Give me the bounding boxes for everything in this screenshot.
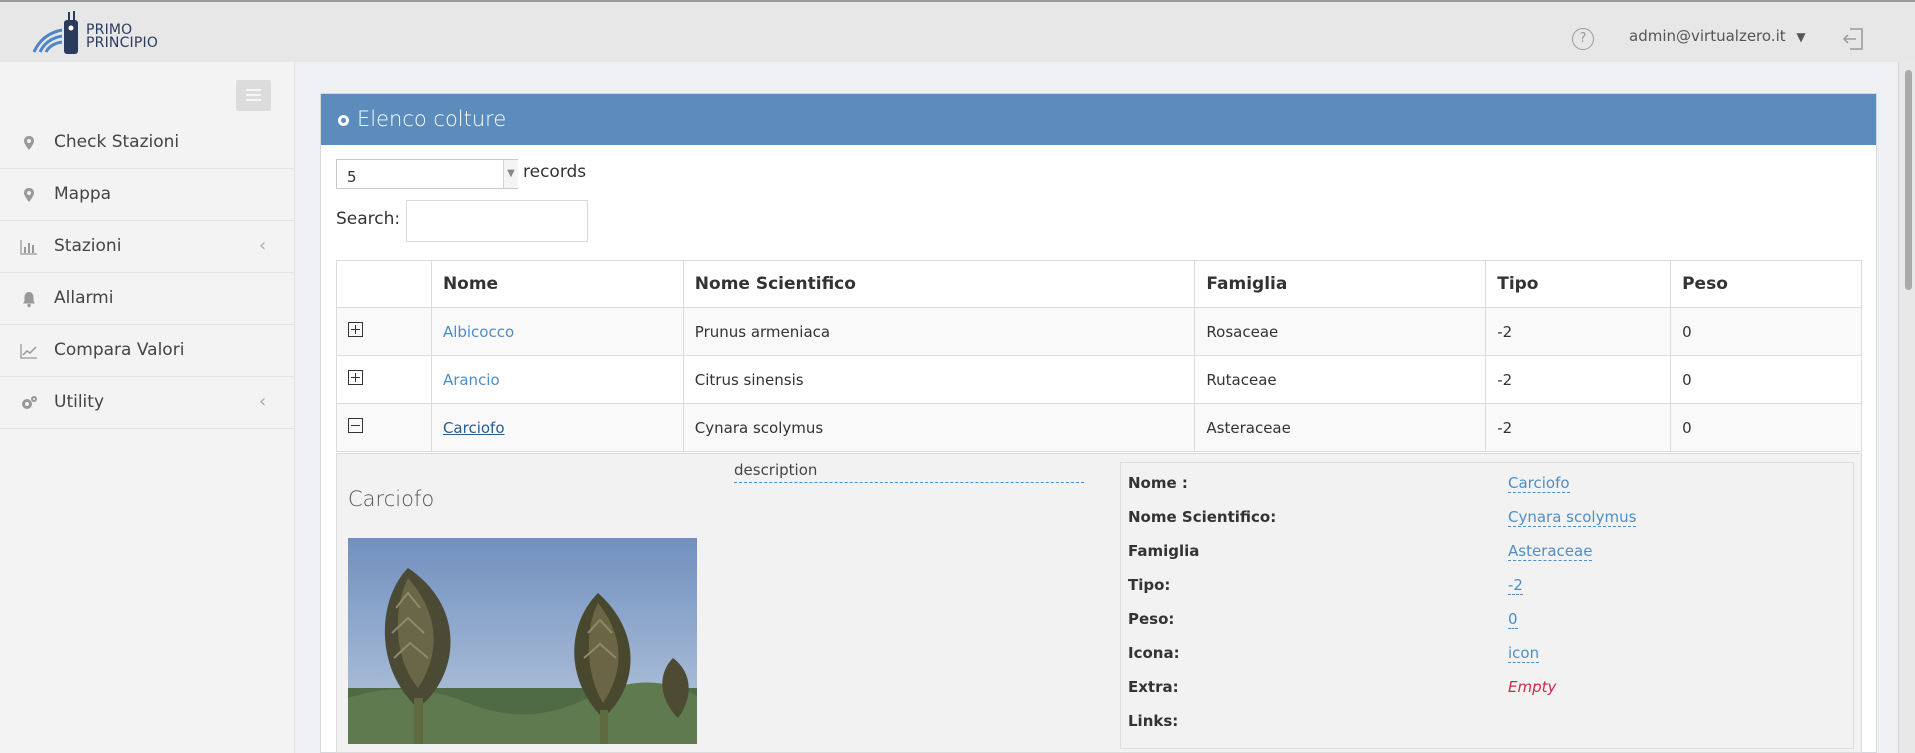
cell-tipo: -2: [1485, 355, 1672, 404]
logout-icon[interactable]: [1842, 27, 1864, 51]
bar-chart-icon: [20, 240, 37, 255]
line-chart-icon: [20, 344, 37, 359]
gears-icon: [22, 396, 37, 409]
top-bar: PRIMO PRINCIPIO ? admin@virtualzero.it ▼: [0, 0, 1915, 62]
prop-label-nome-scientifico: Nome Scientifico:: [1128, 508, 1277, 526]
expand-cell: [336, 403, 432, 452]
brand-name: PRIMO PRINCIPIO: [86, 23, 159, 51]
records-label: records: [523, 162, 587, 182]
crop-photo: [348, 538, 697, 744]
cell-tipo: -2: [1485, 403, 1672, 452]
prop-label-famiglia: Famiglia: [1128, 542, 1200, 560]
prop-value-extra[interactable]: Empty: [1508, 678, 1556, 696]
help-icon[interactable]: ?: [1572, 28, 1594, 50]
sidebar-item-label: Utility: [54, 392, 105, 412]
table-header-row: Nome Nome Scientifico Famiglia Tipo Peso: [336, 260, 1862, 308]
crop-detail-panel: Carciofo description Nome: Carciofo Nom…: [336, 453, 1862, 753]
brand-line-2: PRINCIPIO: [86, 35, 159, 51]
sidebar-item-allarmi[interactable]: Allarmi: [0, 273, 295, 325]
expand-cell: [336, 307, 432, 356]
column-header-control: [336, 260, 432, 308]
records-select-value: 5: [347, 168, 357, 186]
panel-title: Elenco colture: [357, 107, 507, 131]
prop-value-famiglia[interactable]: Asteraceae: [1508, 542, 1593, 561]
expand-plus-icon[interactable]: [348, 322, 363, 337]
sidebar-item-compara-valori[interactable]: Compara Valori: [0, 325, 295, 377]
search-input[interactable]: [406, 200, 588, 242]
sidebar-item-utility[interactable]: Utility ‹: [0, 377, 295, 429]
bell-icon: [23, 292, 35, 308]
column-header-peso[interactable]: Peso: [1670, 260, 1862, 308]
cell-nome: Carciofo: [430, 403, 684, 452]
cell-peso: 0: [1670, 307, 1862, 356]
sidebar-item-mappa[interactable]: Mappa: [0, 169, 295, 221]
column-header-nome-scientifico[interactable]: Nome Scientifico: [682, 260, 1196, 308]
prop-value-nome[interactable]: Carciofo: [1508, 474, 1570, 493]
map-pin-icon: [24, 188, 34, 202]
records-per-page-select[interactable]: 5 ▼: [336, 159, 518, 189]
sidebar-item-stazioni[interactable]: Stazioni ‹: [0, 221, 295, 273]
chevron-left-icon: ‹: [259, 235, 267, 256]
prop-label-links: Links:: [1128, 712, 1179, 730]
crop-properties: Nome : Carciofo Nome Scientifico: Cynara…: [1120, 462, 1854, 749]
scrollbar-thumb[interactable]: [1905, 70, 1912, 290]
collapse-minus-icon[interactable]: [348, 418, 363, 433]
artichoke-photo-icon: [348, 538, 697, 744]
prop-label-nome: Nome :: [1128, 474, 1188, 492]
cell-tipo: -2: [1485, 307, 1672, 356]
cell-nome: Arancio: [430, 355, 684, 404]
chevron-down-icon: ▼: [503, 160, 518, 188]
cell-nome-scientifico: Prunus armeniaca: [682, 307, 1196, 356]
cell-famiglia: Rosaceae: [1194, 307, 1487, 356]
crop-detail-title: Carciofo: [348, 487, 435, 511]
cell-peso: 0: [1670, 403, 1862, 452]
crop-description[interactable]: description: [734, 461, 1084, 483]
crop-link[interactable]: Arancio: [443, 371, 500, 389]
sidebar-item-label: Mappa: [54, 184, 112, 204]
map-pin-icon: [24, 136, 34, 150]
prop-value-tipo[interactable]: -2: [1508, 576, 1523, 595]
table-row-expanded: Carciofo Cynara scolymus Asteraceae -2 0: [336, 403, 1862, 452]
panel-header: Elenco colture: [321, 94, 1876, 145]
prop-label-tipo: Tipo:: [1128, 576, 1171, 594]
expand-plus-icon[interactable]: [348, 370, 363, 385]
sidebar-toggle-button[interactable]: [236, 80, 271, 111]
table-row: Albicocco Prunus armeniaca Rosaceae -2 0: [336, 307, 1862, 356]
sidebar-item-label: Stazioni: [54, 236, 122, 256]
column-header-famiglia[interactable]: Famiglia: [1194, 260, 1487, 308]
column-header-tipo[interactable]: Tipo: [1485, 260, 1672, 308]
prop-value-icona[interactable]: icon: [1508, 644, 1540, 663]
colture-panel: Elenco colture 5 ▼ records Search: Nome …: [320, 93, 1877, 753]
cell-peso: 0: [1670, 355, 1862, 404]
prop-label-icona: Icona:: [1128, 644, 1180, 662]
chevron-down-icon: ▼: [1796, 30, 1806, 44]
chevron-left-icon: ‹: [259, 391, 267, 412]
cell-famiglia: Rutaceae: [1194, 355, 1487, 404]
crop-link[interactable]: Carciofo: [443, 419, 505, 437]
prop-value-peso[interactable]: 0: [1508, 610, 1518, 629]
expand-cell: [336, 355, 432, 404]
sidebar: Check Stazioni Mappa Stazioni ‹ Allarmi …: [0, 62, 295, 753]
table-row: Arancio Citrus sinensis Rutaceae -2 0: [336, 355, 1862, 404]
sidebar-item-label: Compara Valori: [54, 340, 185, 360]
prop-value-nome-scientifico[interactable]: Cynara scolymus: [1508, 508, 1637, 527]
user-menu[interactable]: admin@virtualzero.it ▼: [1629, 27, 1806, 45]
sidebar-item-label: Check Stazioni: [54, 132, 180, 152]
user-email: admin@virtualzero.it: [1629, 27, 1786, 45]
brand-logo[interactable]: PRIMO PRINCIPIO: [28, 8, 168, 58]
colture-table: Nome Nome Scientifico Famiglia Tipo Peso…: [336, 260, 1862, 452]
globe-icon: [338, 115, 349, 126]
cell-nome-scientifico: Citrus sinensis: [682, 355, 1196, 404]
column-header-nome[interactable]: Nome: [430, 260, 684, 308]
prop-label-extra: Extra:: [1128, 678, 1179, 696]
cell-famiglia: Asteraceae: [1194, 403, 1487, 452]
crop-link[interactable]: Albicocco: [443, 323, 514, 341]
search-label: Search:: [336, 209, 401, 229]
cell-nome: Albicocco: [430, 307, 684, 356]
prop-label-peso: Peso:: [1128, 610, 1175, 628]
sidebar-item-check-stazioni[interactable]: Check Stazioni: [0, 117, 295, 169]
cell-nome-scientifico: Cynara scolymus: [682, 403, 1196, 452]
sidebar-item-label: Allarmi: [54, 288, 114, 308]
